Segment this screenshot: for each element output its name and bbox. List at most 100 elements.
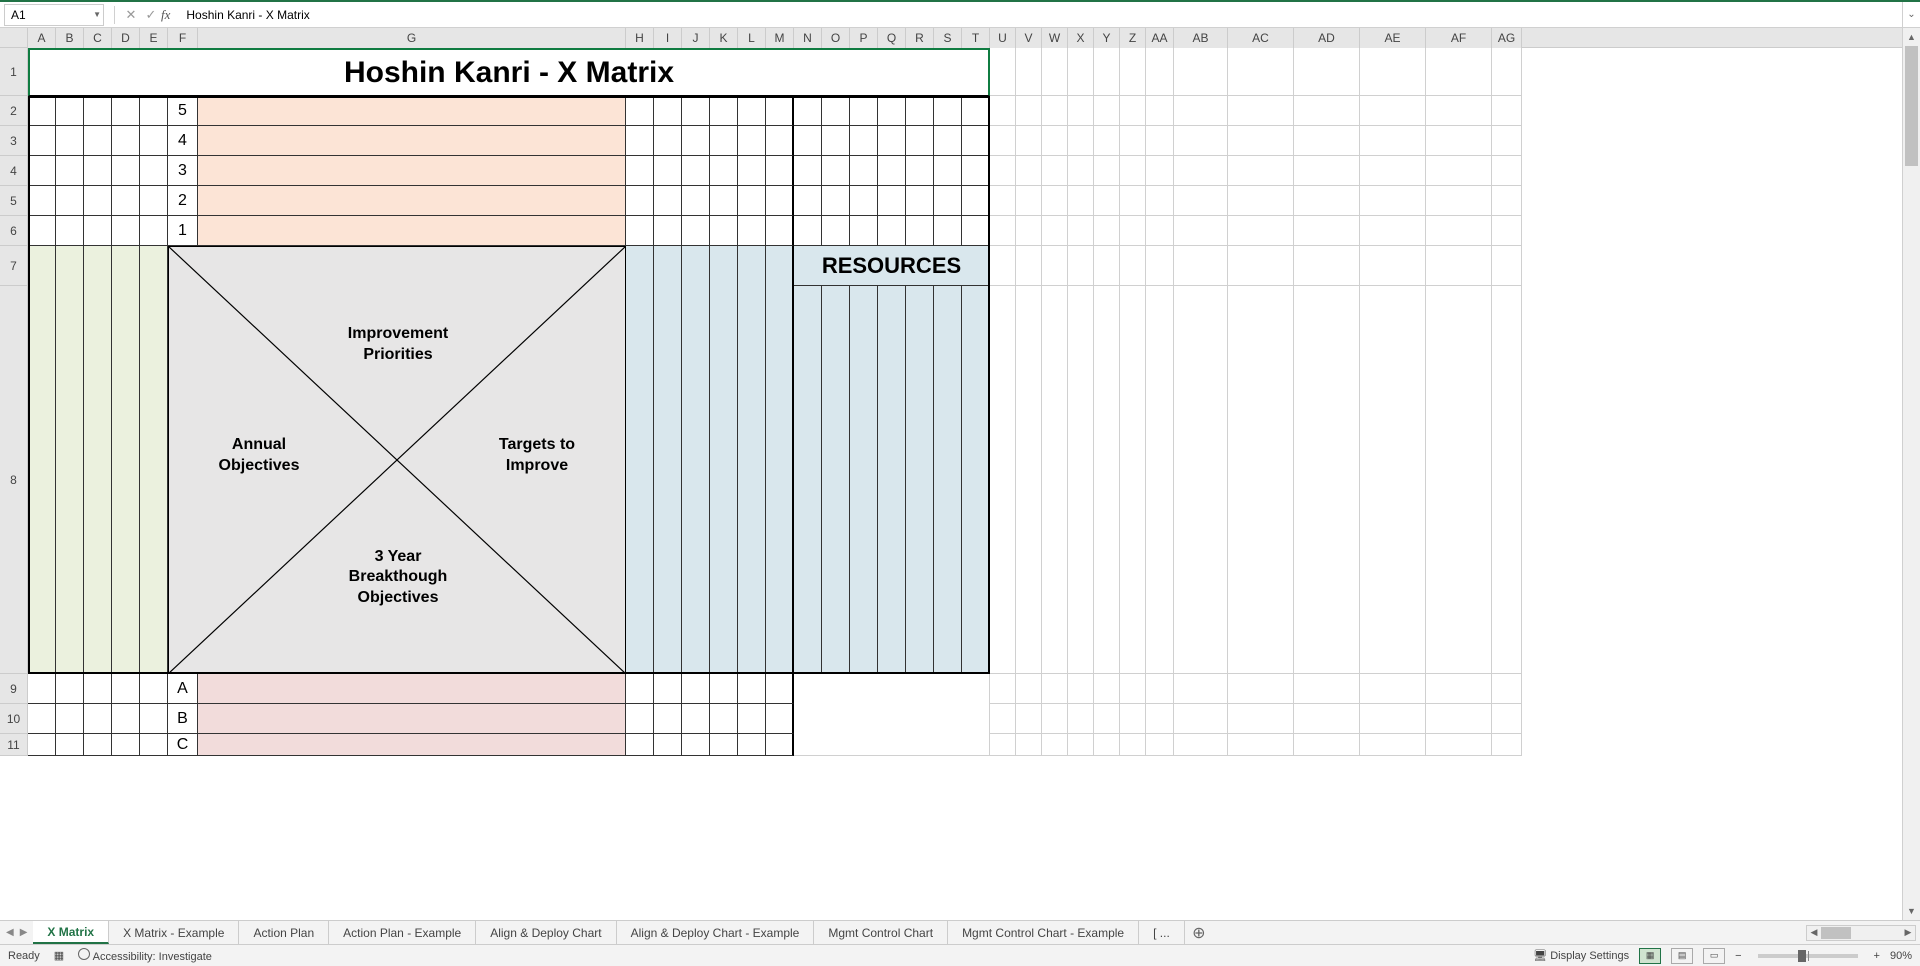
cell-blank[interactable] [1492,734,1522,756]
cell-blank[interactable] [1068,216,1094,246]
sheet-tab[interactable]: Action Plan - Example [329,921,476,944]
cell-blank[interactable] [1068,186,1094,216]
cell-blank[interactable] [1294,286,1360,674]
cell-blank[interactable] [1042,704,1068,734]
cell-blank[interactable] [1146,126,1174,156]
row-header-3[interactable]: 3 [0,126,28,156]
cell-blank[interactable] [1068,704,1094,734]
grid-cell-right[interactable] [794,216,822,246]
grid-cell-right[interactable] [822,216,850,246]
grid-cell-left[interactable] [140,216,168,246]
cell-blank[interactable] [1228,704,1294,734]
grid-cell-left[interactable] [140,96,168,126]
grid-cell-right[interactable] [906,186,934,216]
target-col[interactable] [682,246,710,674]
grid-cell-mid[interactable] [626,156,654,186]
cell-blank[interactable] [1426,96,1492,126]
grid-cell-mid[interactable] [710,186,738,216]
cell-blank[interactable] [1146,96,1174,126]
priority-number[interactable]: 5 [168,96,198,126]
cell-blank[interactable] [1228,246,1294,286]
cell-blank[interactable] [1016,156,1042,186]
cell-blank[interactable] [1042,734,1068,756]
col-header-X[interactable]: X [1068,28,1094,48]
col-header-AG[interactable]: AG [1492,28,1522,48]
priority-number[interactable]: 4 [168,126,198,156]
grid-cell-mid[interactable] [682,156,710,186]
annual-col[interactable] [112,246,140,674]
grid-cell-mid[interactable] [766,96,794,126]
grid-cell-right[interactable] [878,156,906,186]
cell-blank[interactable] [990,286,1016,674]
cell-blank[interactable] [1016,126,1042,156]
row-header-2[interactable]: 2 [0,96,28,126]
cell-blank[interactable] [1146,246,1174,286]
grid-cell-left[interactable] [28,674,56,704]
cell-blank[interactable] [1120,674,1146,704]
grid-cell-mid[interactable] [710,704,738,734]
cell-blank[interactable] [1294,48,1360,96]
grid-cell-left[interactable] [84,704,112,734]
col-header-F[interactable]: F [168,28,198,48]
column-headers[interactable]: ABCDEFGHIJKLMNOPQRSTUVWXYZAAABACADAEAFAG [0,28,1902,48]
cell-blank[interactable] [1228,216,1294,246]
grid-cell-right[interactable] [822,96,850,126]
cell-blank[interactable] [1016,674,1042,704]
cell-blank[interactable] [1094,156,1120,186]
cell-blank[interactable] [1068,674,1094,704]
cell-blank[interactable] [990,186,1016,216]
cell-blank[interactable] [990,96,1016,126]
priority-desc[interactable] [198,186,626,216]
grid-cell-right[interactable] [962,126,990,156]
row-header-8[interactable]: 8 [0,286,28,674]
col-header-E[interactable]: E [140,28,168,48]
scrollbar-thumb[interactable] [1905,46,1918,166]
row-header-1[interactable]: 1 [0,48,28,96]
cell-blank[interactable] [1360,156,1426,186]
grid-cell-mid[interactable] [682,96,710,126]
cell-blank[interactable] [1094,126,1120,156]
row-header-11[interactable]: 11 [0,734,28,756]
blank-area[interactable] [794,674,990,756]
formula-input[interactable]: Hoshin Kanri - X Matrix [180,8,1902,22]
sheet-tab[interactable]: Mgmt Control Chart - Example [948,921,1139,944]
grid-cell-mid[interactable] [738,216,766,246]
cell-blank[interactable] [1492,286,1522,674]
sheet-tab[interactable]: [ ... [1139,921,1185,944]
sheet-tab[interactable]: X Matrix [33,921,109,944]
grid-cell-left[interactable] [112,674,140,704]
grid-cell-left[interactable] [112,734,140,756]
resource-col[interactable] [822,286,850,674]
objective-desc[interactable] [198,704,626,734]
cell-blank[interactable] [1492,186,1522,216]
grid-cell-mid[interactable] [766,186,794,216]
cell-blank[interactable] [1492,216,1522,246]
cell-blank[interactable] [1120,126,1146,156]
grid-cell-mid[interactable] [682,126,710,156]
cell-blank[interactable] [1360,704,1426,734]
col-header-Q[interactable]: Q [878,28,906,48]
grid-cell-right[interactable] [906,156,934,186]
cell-blank[interactable] [1174,704,1228,734]
horizontal-scrollbar[interactable]: ◀ ▶ [1806,925,1916,941]
cell-blank[interactable] [1042,126,1068,156]
cell-blank[interactable] [1068,96,1094,126]
annual-col[interactable] [84,246,112,674]
grid-cell-mid[interactable] [626,216,654,246]
name-box[interactable]: A1 ▼ [4,4,104,26]
cell-blank[interactable] [990,246,1016,286]
cell-blank[interactable] [1042,286,1068,674]
cell-blank[interactable] [1068,156,1094,186]
cell-blank[interactable] [1228,156,1294,186]
cell-blank[interactable] [1426,186,1492,216]
row-headers[interactable]: 1234567891011 [0,48,28,756]
grid-cell-left[interactable] [112,156,140,186]
chevron-down-icon[interactable]: ▼ [93,10,101,19]
cell-blank[interactable] [1426,216,1492,246]
col-header-Z[interactable]: Z [1120,28,1146,48]
display-settings-button[interactable]: 🖥 Display Settings [1533,949,1629,962]
grid-cell-left[interactable] [84,186,112,216]
col-header-AF[interactable]: AF [1426,28,1492,48]
cell-blank[interactable] [1094,96,1120,126]
cell-blank[interactable] [1228,126,1294,156]
